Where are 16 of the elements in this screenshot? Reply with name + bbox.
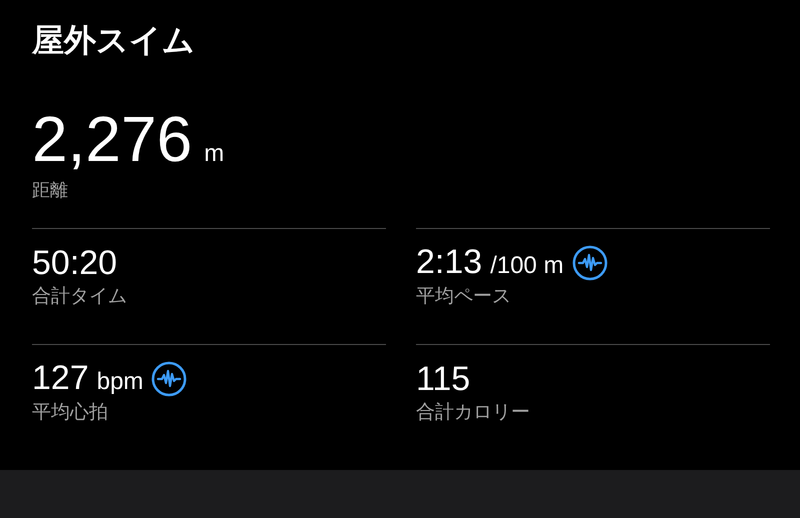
waveform-icon[interactable] [151, 361, 188, 397]
metric-value: 127 [32, 358, 89, 398]
metric-label: 平均ペース [416, 285, 512, 309]
metric-label: 合計タイム [32, 285, 128, 309]
metric-value: 2:13 [416, 242, 482, 282]
distance-value: 2,276 [32, 106, 192, 172]
page-title: 屋外スイム [32, 21, 196, 60]
metric-unit: bpm [96, 367, 144, 397]
metric-value: 115 [416, 359, 470, 399]
metric-label: 平均心拍 [32, 401, 109, 425]
distance-label: 距離 [32, 179, 69, 202]
metric-unit: /100 m [490, 251, 564, 281]
metric-label: 合計カロリー [416, 401, 531, 425]
metric-value: 50:20 [32, 243, 118, 283]
distance-unit: m [204, 139, 224, 169]
waveform-icon[interactable] [572, 245, 608, 281]
